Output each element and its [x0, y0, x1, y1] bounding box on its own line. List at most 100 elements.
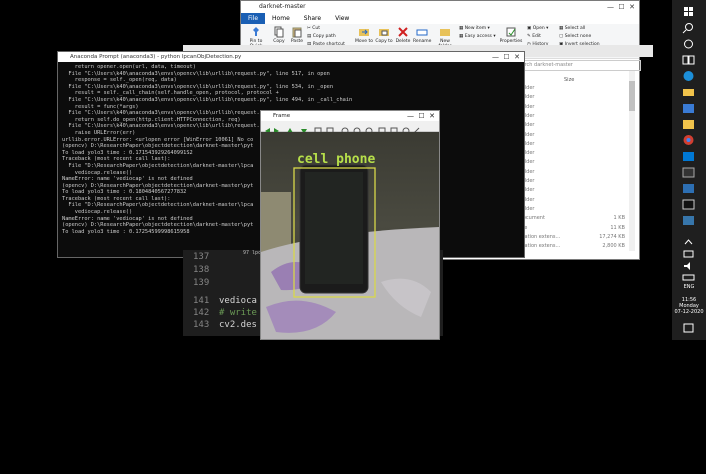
paste-icon: [292, 27, 302, 38]
size-column-header[interactable]: Size: [564, 77, 574, 83]
terminal-icon[interactable]: [681, 166, 696, 178]
easy-access-label: Easy access: [464, 34, 492, 39]
keyboard-icon[interactable]: [681, 271, 696, 283]
file-row-size: 11 KB: [610, 224, 625, 231]
line-number: 138: [193, 265, 210, 275]
explorer-scrollbar[interactable]: [629, 71, 635, 251]
paste-label: Paste: [290, 39, 304, 44]
file-explorer-icon[interactable]: [681, 86, 696, 98]
windows-start-icon[interactable]: [681, 6, 696, 18]
console-line: File "C:\Users\k40\anaconda3\envs\opencv…: [62, 70, 330, 77]
delete-icon: [398, 27, 408, 37]
copy-icon: [274, 26, 284, 38]
tab-file[interactable]: File: [241, 13, 266, 24]
language-indicator[interactable]: ENG: [672, 284, 706, 290]
open-label: Open: [532, 26, 545, 31]
folder-copy-icon: [379, 29, 389, 36]
network-icon[interactable]: [681, 248, 696, 260]
code-line-143[interactable]: cv2.des: [219, 320, 257, 330]
clock-date: 07-12-2020: [674, 309, 704, 315]
line-number: 141: [193, 296, 210, 306]
move-to-button[interactable]: Move to: [355, 26, 373, 44]
delete-button[interactable]: Delete: [395, 26, 411, 44]
line-number: 142: [193, 308, 210, 318]
file-row-size: 1 KB: [613, 215, 625, 222]
copy-button[interactable]: Copy: [271, 26, 287, 44]
frame-titlebar[interactable]: Frame — ☐ ✕: [261, 111, 439, 121]
window-controls[interactable]: — ☐ ✕: [607, 1, 635, 13]
copy-to-label: Copy to: [375, 39, 393, 44]
new-item-label: New item: [464, 26, 487, 31]
select-all-label: Select all: [564, 26, 586, 31]
cut-button[interactable]: ✂ Cut: [307, 26, 320, 31]
code-line-141[interactable]: vedioca: [219, 296, 257, 306]
easy-access-button[interactable]: ▦ Easy access ▾: [459, 34, 496, 39]
frame-title: Frame: [273, 113, 291, 119]
properties-label: Properties: [499, 39, 523, 44]
paste-button[interactable]: Paste: [289, 26, 305, 44]
copy-path-label: Copy path: [312, 34, 336, 39]
store-icon[interactable]: [681, 102, 696, 114]
chrome-icon[interactable]: [681, 134, 696, 146]
file-row-type[interactable]: lication extens...: [519, 234, 560, 240]
code-line-142[interactable]: # write: [219, 308, 257, 318]
move-to-label: Move to: [355, 39, 374, 44]
frame-toolbar: [261, 121, 439, 135]
rename-label: Rename: [413, 39, 432, 44]
file-row-type[interactable]: lication extens...: [519, 243, 560, 249]
new-folder-icon: [440, 29, 450, 36]
video-frame: cell phone: [261, 132, 439, 339]
properties-button[interactable]: Properties: [499, 26, 523, 44]
file-row-size: 2,800 KB: [602, 243, 625, 250]
console-window-controls[interactable]: — ☐ ✕: [492, 52, 520, 62]
pin-icon: [253, 27, 259, 36]
app-icon[interactable]: [681, 118, 696, 130]
search-icon[interactable]: [681, 22, 696, 34]
copy-to-button[interactable]: Copy to: [375, 26, 393, 44]
tab-share[interactable]: Share: [297, 13, 328, 24]
new-item-button[interactable]: ▦ New item ▾: [459, 26, 490, 31]
file-row-size: 17,274 KB: [599, 233, 625, 240]
chevron-up-icon[interactable]: [681, 236, 696, 248]
copy-label: Copy: [273, 39, 285, 44]
task-view-icon[interactable]: [681, 54, 696, 66]
folder-move-icon: [359, 29, 369, 36]
select-all-button[interactable]: ▦ Select all: [559, 26, 585, 31]
edge-icon[interactable]: [681, 70, 696, 82]
explorer-title: darknet-master: [259, 3, 306, 10]
console-line: result = self._call_chain(self.handle_op…: [62, 90, 279, 97]
console-line: return opener.open(url, data, timeout): [62, 64, 196, 70]
properties-icon: [506, 27, 516, 37]
select-none-button[interactable]: ▢ Select none: [559, 34, 591, 39]
cortana-icon[interactable]: [681, 38, 696, 50]
vscode-icon[interactable]: [681, 150, 696, 162]
detection-label: cell phone: [297, 152, 375, 167]
phone-screen: [305, 172, 363, 284]
console-titlebar[interactable]: Anaconda Prompt (anaconda3) - python lpc…: [58, 52, 524, 62]
line-number: 137: [193, 252, 210, 262]
copy-path-button[interactable]: ▤ Copy path: [307, 34, 336, 39]
explorer-titlebar: darknet-master — ☐ ✕: [241, 1, 639, 13]
tab-home[interactable]: Home: [265, 13, 297, 24]
line-number: 143: [193, 320, 210, 330]
open-button[interactable]: ▣ Open ▾: [527, 26, 548, 31]
console-title: Anaconda Prompt (anaconda3) - python lpc…: [70, 54, 242, 60]
cut-label: Cut: [312, 26, 320, 31]
edit-button[interactable]: ✎ Edit: [527, 34, 541, 39]
console-line: response = self._open(req, data): [62, 77, 177, 84]
photos-icon[interactable]: [681, 182, 696, 194]
console-line: File "C:\Users\k40\anaconda3\envs\opencv…: [62, 83, 334, 90]
cmd-icon[interactable]: [681, 198, 696, 210]
notification-icon[interactable]: [681, 322, 696, 334]
console-line: File "C:\Users\k40\anaconda3\envs\opencv…: [62, 96, 353, 103]
scrollbar-thumb[interactable]: [629, 81, 635, 111]
search-box[interactable]: ⚲ Search darknet-master: [505, 60, 641, 71]
tab-view[interactable]: View: [328, 13, 356, 24]
edit-label: Edit: [532, 34, 541, 39]
ribbon-tabs: File Home Share View: [241, 13, 639, 24]
python-icon[interactable]: [681, 214, 696, 226]
rename-button[interactable]: Rename: [413, 26, 431, 44]
clock[interactable]: 11:56 Monday 07-12-2020: [672, 297, 706, 315]
frame-window-controls[interactable]: — ☐ ✕: [407, 111, 435, 121]
taskbar: ENG 11:56 Monday 07-12-2020: [672, 0, 706, 340]
